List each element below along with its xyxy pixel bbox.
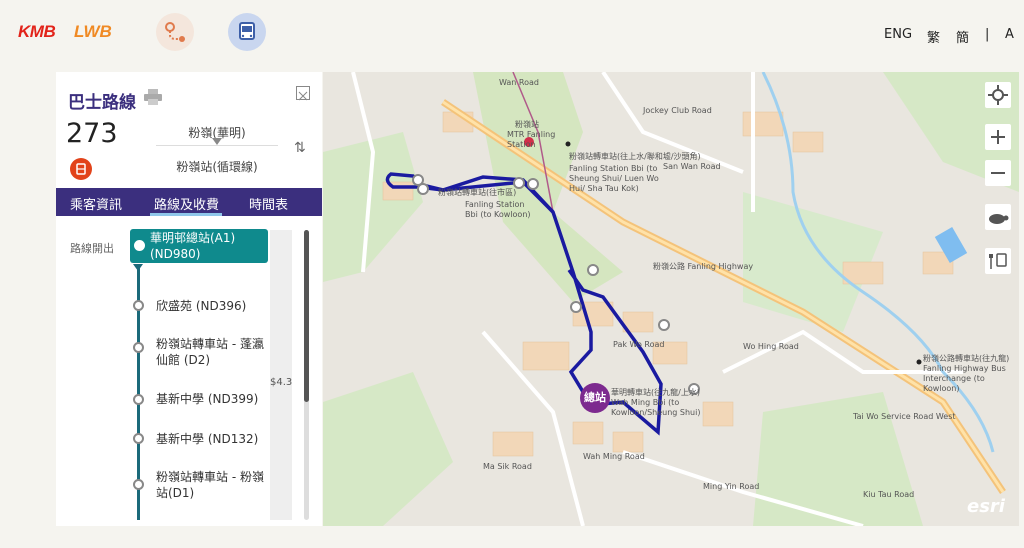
map-label: 華明轉車站(往九龍/上水) bbox=[611, 388, 700, 397]
plus-icon bbox=[991, 130, 1005, 144]
map-canvas bbox=[323, 72, 1019, 526]
stop-label: 粉嶺站轉車站 - 蓬瀛仙館 (D2) bbox=[156, 337, 264, 367]
panel-tabs: 乘客資訊 路線及收費 時間表 bbox=[56, 188, 322, 216]
map-label: Kiu Tau Road bbox=[863, 490, 915, 499]
stop-dot bbox=[134, 240, 145, 251]
stop-label: 粉嶺站轉車站 - 粉嶺站(D1) bbox=[156, 470, 264, 500]
fare-value: $4.3 bbox=[270, 377, 293, 388]
panel-title: 巴士路線 bbox=[68, 93, 136, 113]
map-label: Wah Ming Bbi (to Kowloon/Sheung Shui) bbox=[611, 398, 701, 417]
locate-icon bbox=[988, 85, 1008, 105]
map-label: San Wan Road bbox=[663, 162, 721, 171]
swap-direction-icon[interactable]: ⇅ bbox=[294, 140, 306, 156]
stop-dot bbox=[133, 300, 144, 311]
stop-dot bbox=[133, 433, 144, 444]
active-tab-indicator bbox=[150, 213, 222, 216]
stop-dot bbox=[133, 479, 144, 490]
zoom-in-button[interactable] bbox=[985, 124, 1011, 150]
route-number: 273 bbox=[66, 118, 118, 149]
map-label: Wan Road bbox=[499, 78, 539, 87]
kmb-logo[interactable]: KMB bbox=[18, 22, 56, 42]
lang-traditional-link[interactable]: 繁 bbox=[927, 27, 940, 46]
map-label: Ming Yin Road bbox=[703, 482, 760, 491]
locate-button[interactable] bbox=[985, 82, 1011, 108]
turtle-icon bbox=[989, 214, 1009, 224]
stop-dot bbox=[133, 394, 144, 405]
stop-arrow-icon bbox=[133, 264, 143, 271]
tab-timetable[interactable]: 時間表 bbox=[249, 194, 288, 213]
tab-passenger-info[interactable]: 乘客資訊 bbox=[70, 194, 122, 213]
tab-route-fare[interactable]: 路線及收費 bbox=[154, 194, 219, 213]
stop-label: 基新中學 (ND132) bbox=[156, 432, 259, 446]
header-separator: | bbox=[985, 27, 990, 42]
map-label: Fanling Station Bbi (to Kowloon) bbox=[465, 200, 531, 219]
stop-dot bbox=[133, 342, 144, 353]
stop-label: 華明邨總站(A1) (ND980) bbox=[150, 231, 236, 261]
map-label: Fanling Station Bbi (to Sheung Shui/ Lue… bbox=[569, 164, 659, 193]
lang-english-link[interactable]: ENG bbox=[884, 27, 912, 42]
map-label: Tai Wo Service Road West bbox=[853, 412, 956, 421]
map-label: 粉嶺站 bbox=[515, 120, 539, 129]
fare-column bbox=[270, 230, 292, 520]
zoom-out-button[interactable] bbox=[985, 160, 1011, 186]
route-destination: 粉嶺站(循環線) bbox=[176, 160, 258, 174]
direction-label: 路線開出 bbox=[70, 242, 114, 255]
map-label: MTR Fanling Station bbox=[507, 130, 556, 149]
terminal-marker[interactable]: 總站 bbox=[580, 383, 610, 413]
direction-divider bbox=[156, 145, 278, 146]
map-label: 粉嶺公路 Fanling Highway bbox=[653, 262, 754, 271]
stop-label: 欣盛苑 (ND396) bbox=[156, 299, 247, 313]
bus-route-icon[interactable] bbox=[228, 13, 266, 51]
print-icon[interactable] bbox=[144, 89, 162, 109]
map-layer-button[interactable] bbox=[985, 204, 1011, 230]
route-planner-icon[interactable] bbox=[156, 13, 194, 51]
map-label: Ma Sik Road bbox=[483, 462, 532, 471]
app-header: KMB LWB ENG 繁 簡 | A bbox=[0, 0, 1024, 72]
lang-simplified-link[interactable]: 簡 bbox=[956, 27, 969, 46]
stop-label: 基新中學 (ND399) bbox=[156, 392, 259, 406]
scrollbar-thumb[interactable] bbox=[304, 230, 309, 402]
route-map[interactable]: Wan Road 粉嶺站 MTR Fanling Station 粉嶺站轉車站(… bbox=[323, 72, 1019, 526]
bus-stop-toggle-button[interactable] bbox=[985, 248, 1011, 274]
map-label: Fanling Highway Bus Interchange (to Kowl… bbox=[923, 364, 1006, 393]
close-icon[interactable] bbox=[296, 86, 310, 101]
map-label: 粉嶺站轉車站(往市區) bbox=[438, 188, 517, 197]
direction-arrow-icon bbox=[212, 138, 222, 145]
map-label: Wo Hing Road bbox=[743, 342, 799, 351]
lwb-logo[interactable]: LWB bbox=[74, 22, 112, 42]
bus-operator-icon bbox=[70, 158, 92, 180]
bus-stop-icon bbox=[989, 253, 1007, 269]
map-label: Pak Wo Road bbox=[613, 340, 665, 349]
minus-icon bbox=[991, 172, 1005, 174]
route-panel: 巴士路線 273 粉嶺(華明) 粉嶺站(循環線) ⇅ 乘客資訊 路線及收費 時間… bbox=[56, 72, 322, 526]
map-label: 粉嶺公路轉車站(往九龍) bbox=[923, 354, 1010, 363]
map-label: Jockey Club Road bbox=[643, 106, 712, 115]
stop-item[interactable]: 華明邨總站(A1) (ND980) bbox=[130, 229, 268, 263]
map-label: Wah Ming Road bbox=[583, 452, 645, 461]
map-label: 粉嶺站轉車站(往上水/聯和墟/沙頭角) bbox=[569, 152, 701, 161]
esri-logo[interactable]: esri bbox=[967, 496, 1005, 517]
font-size-toggle[interactable]: A bbox=[1005, 27, 1014, 42]
